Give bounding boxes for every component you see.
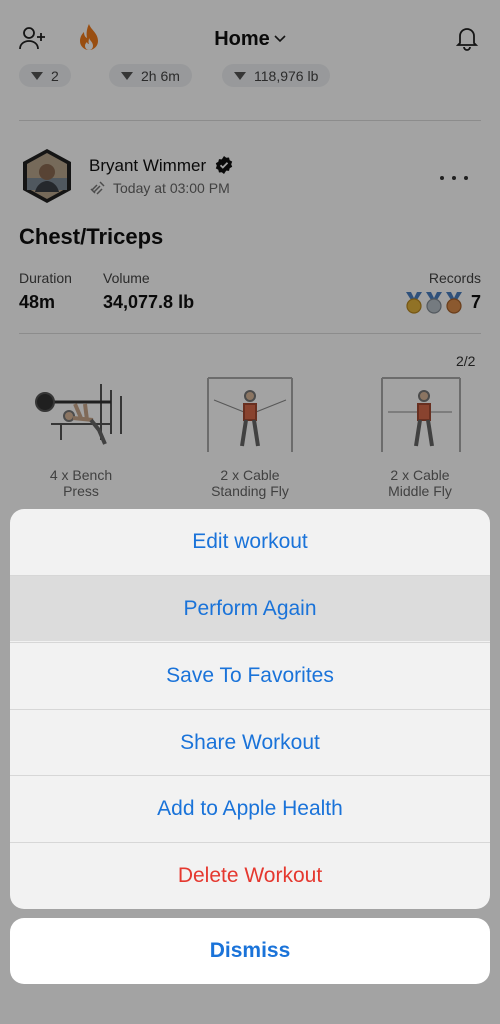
add-to-apple-health-button[interactable]: Add to Apple Health bbox=[10, 775, 490, 841]
perform-again-button[interactable]: Perform Again bbox=[10, 575, 490, 641]
share-workout-button[interactable]: Share Workout bbox=[10, 709, 490, 775]
edit-workout-button[interactable]: Edit workout bbox=[10, 509, 490, 575]
action-sheet: Edit workout Perform Again Save To Favor… bbox=[10, 509, 490, 909]
save-to-favorites-button[interactable]: Save To Favorites bbox=[10, 642, 490, 708]
delete-workout-button[interactable]: Delete Workout bbox=[10, 842, 490, 908]
dismiss-button[interactable]: Dismiss bbox=[10, 918, 490, 984]
